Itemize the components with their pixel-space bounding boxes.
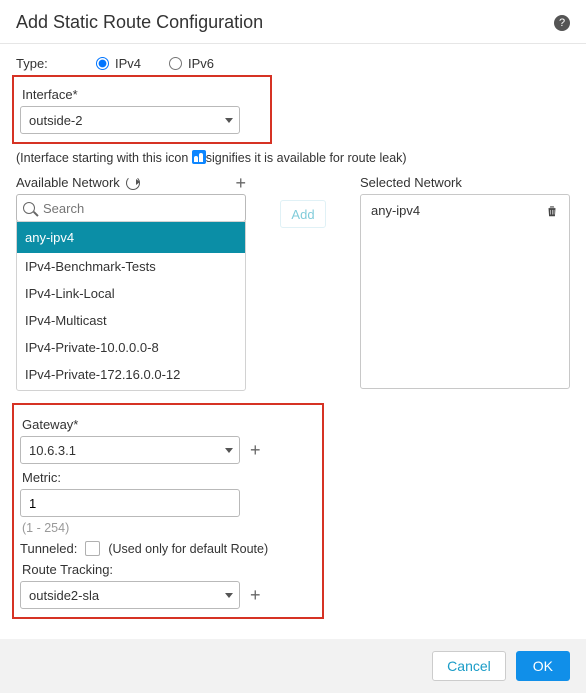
- add-available-network-icon[interactable]: +: [235, 176, 246, 190]
- radio-ipv4-input[interactable]: [96, 57, 109, 70]
- type-radio-ipv4[interactable]: IPv4: [96, 56, 141, 71]
- interface-label: Interface*: [22, 87, 264, 102]
- add-route-tracking-icon[interactable]: +: [250, 588, 261, 602]
- add-gateway-icon[interactable]: +: [250, 443, 261, 457]
- type-radio-ipv6[interactable]: IPv6: [169, 56, 214, 71]
- metric-input[interactable]: [20, 489, 240, 517]
- selected-network-label: Selected Network: [360, 175, 462, 190]
- trash-icon[interactable]: [545, 204, 559, 218]
- available-search-input[interactable]: [41, 200, 239, 217]
- list-item[interactable]: any-ipv4: [17, 222, 245, 253]
- chevron-down-icon: [225, 593, 233, 598]
- radio-ipv6-label: IPv6: [188, 56, 214, 71]
- route-tracking-value: outside2-sla: [29, 588, 99, 603]
- chevron-down-icon: [225, 118, 233, 123]
- type-label: Type:: [16, 56, 66, 71]
- gateway-select[interactable]: 10.6.3.1: [20, 436, 240, 464]
- route-tracking-label: Route Tracking:: [22, 562, 316, 577]
- help-icon[interactable]: ?: [554, 15, 570, 31]
- radio-ipv6-input[interactable]: [169, 57, 182, 70]
- available-search[interactable]: [16, 194, 246, 222]
- refresh-icon[interactable]: [126, 176, 140, 190]
- add-button[interactable]: Add: [280, 200, 326, 228]
- list-item[interactable]: IPv4-Multicast: [17, 307, 245, 334]
- ok-button[interactable]: OK: [516, 651, 570, 681]
- available-network-list[interactable]: any-ipv4IPv4-Benchmark-TestsIPv4-Link-Lo…: [16, 221, 246, 391]
- dialog-title: Add Static Route Configuration: [16, 12, 263, 33]
- list-item[interactable]: IPv4-Private-10.0.0.0-8: [17, 334, 245, 361]
- selected-item: any-ipv4: [365, 201, 565, 220]
- selected-item-label: any-ipv4: [371, 203, 420, 218]
- gateway-label: Gateway*: [22, 417, 316, 432]
- cancel-button[interactable]: Cancel: [432, 651, 506, 681]
- metric-range: (1 - 254): [22, 521, 316, 535]
- metric-label: Metric:: [22, 470, 316, 485]
- search-icon: [23, 202, 35, 214]
- chevron-down-icon: [225, 448, 233, 453]
- route-leak-icon: [192, 150, 206, 164]
- list-item[interactable]: IPv4-Benchmark-Tests: [17, 253, 245, 280]
- list-item[interactable]: IPv4-Link-Local: [17, 280, 245, 307]
- gateway-value: 10.6.3.1: [29, 443, 76, 458]
- tunneled-note: (Used only for default Route): [108, 542, 268, 556]
- tunneled-checkbox[interactable]: [85, 541, 100, 556]
- available-network-label: Available Network: [16, 175, 120, 190]
- interface-hint: (Interface starting with this icon signi…: [16, 150, 570, 165]
- interface-value: outside-2: [29, 113, 82, 128]
- tunneled-label: Tunneled:: [20, 541, 77, 556]
- route-tracking-select[interactable]: outside2-sla: [20, 581, 240, 609]
- selected-network-list: any-ipv4: [360, 194, 570, 389]
- interface-select[interactable]: outside-2: [20, 106, 240, 134]
- list-item[interactable]: IPv4-Private-172.16.0.0-12: [17, 361, 245, 388]
- radio-ipv4-label: IPv4: [115, 56, 141, 71]
